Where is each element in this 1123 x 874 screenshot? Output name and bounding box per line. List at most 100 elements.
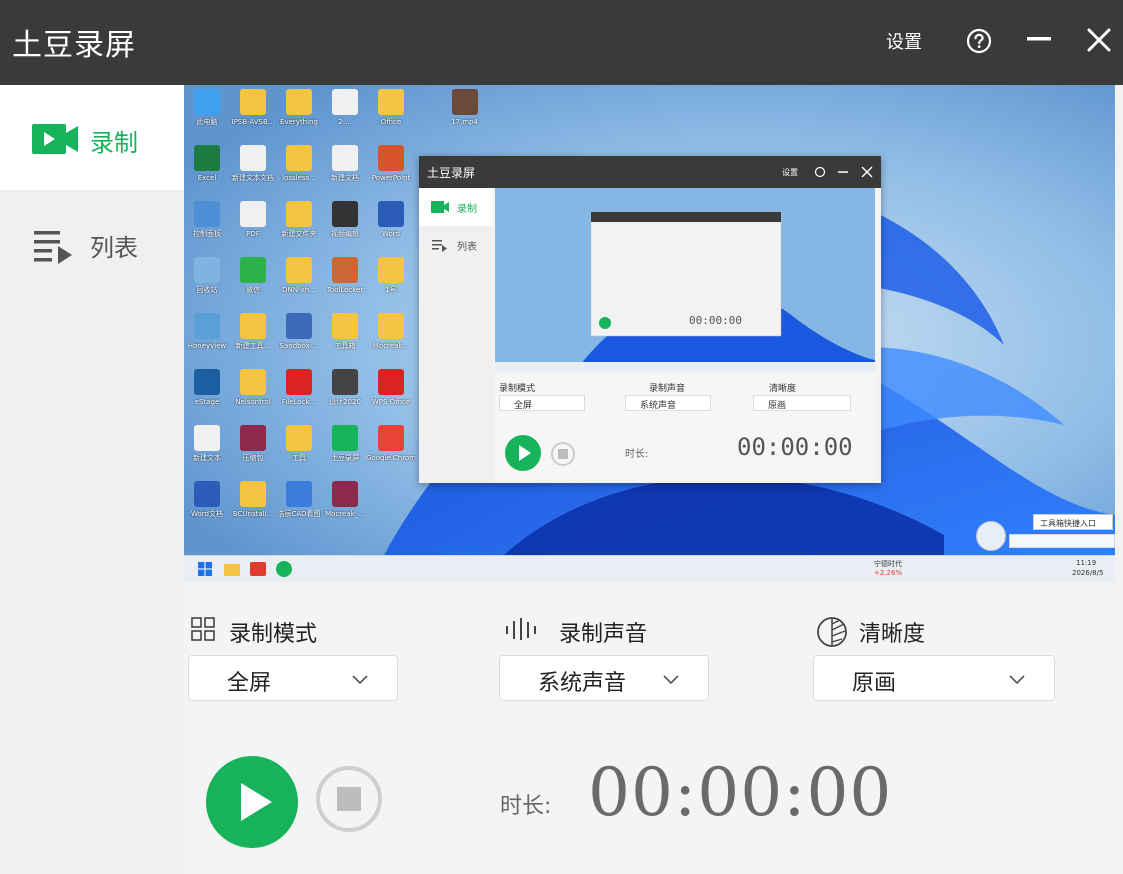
desktop-icon-label: Mocreak_... — [325, 510, 365, 518]
desktop-icon: Excel — [184, 145, 232, 197]
quality-value: 原画 — [852, 671, 897, 696]
duration-label: 时长: — [500, 794, 552, 819]
close-icon[interactable] — [1086, 27, 1112, 53]
preview-mode-value: 全屏 — [499, 395, 585, 411]
desktop-app-icon — [240, 369, 266, 395]
desktop-icon-label: ToolLocker — [326, 286, 364, 294]
desktop-icon-label: PDF — [246, 230, 260, 238]
desktop-icon: Honeyview — [184, 313, 232, 365]
sidebar-item-record[interactable]: 录制 — [0, 85, 184, 190]
desktop-app-icon — [240, 257, 266, 283]
desktop-icon: Google Chrome — [366, 425, 416, 477]
desktop-icon: 设计2020 — [320, 369, 370, 421]
preview-quality-value: 原画 — [753, 395, 851, 411]
preview-duration-label: 时长: — [625, 449, 649, 460]
desktop-icon: Everything — [274, 89, 324, 141]
preview-sidebar-record: 录制 — [419, 188, 493, 226]
desktop-icon: 1号 — [366, 257, 416, 309]
desktop-app-icon — [194, 425, 220, 451]
desktop-icon-label: 微信 — [246, 286, 260, 294]
preview-list-label: 列表 — [457, 242, 477, 253]
desktop-icon: 新建工具... — [228, 313, 278, 365]
quality-select[interactable]: 原画 — [813, 655, 1055, 701]
minimize-icon[interactable] — [1026, 26, 1052, 52]
preview-list-icon — [432, 240, 447, 252]
preview-app-window: 土豆录屏 设置 录制 列表 00:00:00 录制模式 全屏 录制声音 系统声音… — [419, 156, 881, 483]
desktop-icon: Mocreak... — [366, 313, 416, 365]
record-mode-value: 全屏 — [227, 671, 272, 696]
toolbox-tooltip: 工具箱快捷入口 — [1033, 514, 1113, 530]
record-sound-value: 系统声音 — [538, 671, 627, 696]
desktop-app-icon — [286, 313, 312, 339]
desktop-icon-label: 17.mp4 — [451, 118, 479, 126]
desktop-app-icon — [194, 481, 220, 507]
quality-icon — [816, 616, 847, 647]
desktop-icon-label: 新建工具... — [235, 342, 271, 350]
desktop-icon: BCUnstall... — [228, 481, 278, 533]
desktop-app-icon — [378, 425, 404, 451]
desktop-icon: DNN-xh... — [274, 257, 324, 309]
desktop-app-icon — [194, 257, 220, 283]
preview-app-title: 土豆录屏 — [427, 166, 476, 180]
desktop-app-icon — [332, 89, 358, 115]
list-icon — [32, 228, 76, 268]
desktop-icon: Nelsontrol — [228, 369, 278, 421]
preview-mode-label: 录制模式 — [499, 384, 536, 394]
desktop-icon-label: BCUnstall... — [232, 510, 274, 518]
desktop-app-icon — [240, 425, 266, 451]
desktop-icon-label: 新建文本 — [193, 454, 221, 462]
screen-preview: 此电脑 IPSB-AVSB... Everything 2-... Office 17.m… — [184, 85, 1115, 582]
desktop-icon-label: 新建文档 — [331, 174, 359, 182]
desktop-app-icon — [286, 89, 312, 115]
preview-video-icon — [431, 201, 449, 213]
desktop-icon-label: 1号 — [385, 286, 397, 294]
desktop-icon: Word — [366, 201, 416, 253]
desktop-icon: lossless... — [274, 145, 324, 197]
preview-settings-label: 设置 — [782, 168, 798, 177]
start-record-button[interactable] — [206, 756, 298, 848]
desktop-icon-label: Google Chrome — [366, 454, 416, 462]
help-icon[interactable] — [966, 28, 992, 54]
desktop-icon: 土豆录屏 — [320, 425, 370, 477]
desktop-icon-label: FileLock... — [281, 398, 317, 406]
play-icon — [241, 783, 272, 821]
desktop-app-icon — [240, 481, 266, 507]
settings-button[interactable]: 设置 — [886, 28, 922, 54]
desktop-icon: 新建文件夹 — [274, 201, 324, 253]
stop-record-button[interactable] — [316, 766, 382, 832]
desktop-icon: FileLock... — [274, 369, 324, 421]
desktop-app-icon — [378, 313, 404, 339]
desktop-icon-label: 工具箱 — [334, 342, 356, 350]
desktop-icon: PowerPoint — [366, 145, 416, 197]
clock-time: 11:19 — [1076, 559, 1097, 567]
recording-controls: 时长: 00:00:00 — [184, 740, 1115, 874]
video-camera-icon — [32, 123, 78, 159]
desktop-app-icon — [240, 201, 266, 227]
preview-nested-screen: 00:00:00 — [495, 188, 875, 372]
recording-settings: 录制模式 全屏 录制声音 系统声音 清晰度 原画 — [184, 594, 1115, 738]
record-mode-select[interactable]: 全屏 — [188, 655, 398, 701]
desktop-icon-label: IPSB-AVSB... — [231, 118, 275, 126]
desktop-icon-label: 视频编辑 — [331, 230, 359, 238]
preview-sound-value: 系统声音 — [625, 395, 711, 411]
desktop-app-icon — [378, 257, 404, 283]
preview-controls: 录制模式 全屏 录制声音 系统声音 清晰度 原画 时长: 00:00:00 — [495, 375, 875, 479]
sidebar-item-list[interactable]: 列表 — [0, 190, 184, 295]
desktop-icon-label: 工具 — [292, 454, 306, 462]
desktop-icon: WPS Office — [366, 369, 416, 421]
preview-nested-duration: 00:00:00 — [689, 314, 742, 327]
preview-window-controls-icon — [814, 166, 873, 178]
preview-sidebar: 录制 列表 — [419, 188, 493, 483]
desktop-icon: 视频编辑 — [320, 201, 370, 253]
record-sound-select[interactable]: 系统声音 — [499, 655, 709, 701]
desktop-app-icon — [194, 89, 220, 115]
desktop-app-icon — [332, 481, 358, 507]
duration-value: 00:00:00 — [588, 754, 893, 831]
desktop-app-icon — [194, 313, 220, 339]
assistant-avatar-icon — [976, 521, 1006, 551]
desktop-app-icon — [332, 257, 358, 283]
desktop-icon-label: 2-... — [338, 118, 352, 126]
desktop-app-icon — [240, 313, 266, 339]
desktop-icon: 此电脑 — [184, 89, 232, 141]
desktop-app-icon — [286, 145, 312, 171]
